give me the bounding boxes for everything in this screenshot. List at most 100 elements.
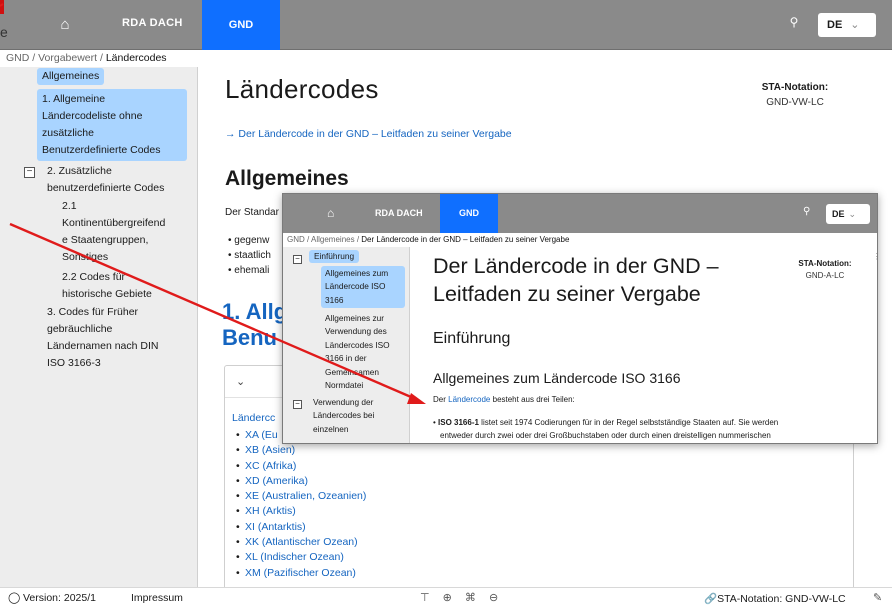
section-heading-line: Benu <box>222 325 277 350</box>
breadcrumb: GND / Vorgabewert / Ländercodes <box>0 51 210 67</box>
footer-tool-icons[interactable]: ⊤ ⊕ ⌘ ⊖ <box>420 591 503 604</box>
footer-impressum-link[interactable]: Impressum <box>131 592 183 604</box>
sidebar-item-label: Gemeinsamen <box>325 366 379 377</box>
sidebar-item-label: Einführung <box>314 251 355 261</box>
home-icon[interactable]: ⌂ <box>327 206 334 220</box>
overlay-window: ⌂ RDA DACH GND ⚲ DE ⌄ GND / Allgemeines /… <box>282 193 878 444</box>
list-item-text: entweder durch zwei oder drei Großbuchst… <box>440 431 771 440</box>
overlay-breadcrumb: GND / Allgemeines / Der Ländercode in de… <box>287 235 569 244</box>
overlay-sidebar-item-einfuehrung[interactable]: Einführung <box>309 250 360 264</box>
footer-sta-notation-link[interactable]: 🔗STA-Notation: GND-VW-LC <box>704 592 846 605</box>
sidebar-item-label: benutzerdefinierte Codes <box>47 182 165 194</box>
sidebar-item-label: Allgemeines zur <box>325 313 385 323</box>
code-link[interactable]: XB (Asien) <box>236 443 366 459</box>
bullet-item: • ehemali <box>228 265 270 276</box>
sidebar-item-label: Kontinentübergreifend <box>62 217 166 229</box>
sidebar-item-kontinentuebergreifend[interactable]: 2.1 Kontinentübergreifend e Staatengrupp… <box>62 198 165 266</box>
collapse-toggle-icon[interactable]: − <box>24 167 35 178</box>
page-title-line: Der Ländercode in der GND – <box>433 254 719 278</box>
search-icon[interactable]: ⚲ <box>784 15 804 35</box>
chevron-down-icon[interactable]: ⌄ <box>236 375 245 388</box>
overlay-sidebar-item-allgemeines-iso[interactable]: Allgemeines zum Ländercode ISO 3166 <box>321 266 405 309</box>
sidebar-item-historische-gebiete[interactable]: 2.2 Codes für historische Gebiete <box>62 269 152 303</box>
breadcrumb-gnd[interactable]: GND <box>287 235 305 244</box>
sidebar-item-label: Allgemeines zum <box>325 268 389 278</box>
laendercode-link[interactable]: Ländercode <box>448 395 490 404</box>
sidebar-item-label: e Staatengruppen, <box>62 234 149 246</box>
sidebar-item-allgemeine-laendercodeliste[interactable]: 1. Allgemeine Ländercodeliste ohne zusät… <box>37 89 187 161</box>
sidebar-item-label: 3. Codes für Früher <box>47 306 139 318</box>
leitfaden-link[interactable]: → Der Ländercode in der GND – Leitfaden … <box>225 128 512 140</box>
edit-icon[interactable]: ✎ <box>873 591 882 604</box>
standard-text: Der Standar <box>225 207 279 218</box>
collapse-toggle-icon[interactable]: − <box>293 400 302 409</box>
sta-notation: STA-Notation: GND-VW-LC <box>740 80 850 110</box>
github-icon[interactable]: ◯ <box>8 591 20 604</box>
language-select[interactable]: DE ⌄ <box>818 13 876 37</box>
page-title: Ländercodes <box>225 74 379 104</box>
sidebar-item-label: ISO 3166-3 <box>47 357 101 369</box>
footer-version: Version: 2025/1 <box>23 592 96 604</box>
sidebar-item-label: einzelnen <box>313 423 349 434</box>
code-link[interactable]: XM (Pazifischer Ozean) <box>236 566 366 582</box>
page-title-line: Leitfaden zu seiner Vergabe <box>433 282 701 306</box>
language-value: DE <box>832 209 845 219</box>
sidebar-item-label: Ländercodes bei <box>313 410 375 421</box>
sidebar-item-label: 3166 <box>325 294 344 305</box>
bullet-item: • staatlich <box>228 250 271 261</box>
breadcrumb-current: Der Ländercode in der GND – Leitfaden zu… <box>361 235 570 244</box>
sidebar: Allgemeines 1. Allgemeine Ländercodelist… <box>0 67 198 587</box>
sidebar-item-label: Normdatei <box>325 380 364 391</box>
collapse-toggle-icon[interactable]: − <box>293 255 302 264</box>
sidebar-item-label: Ländercodes ISO <box>325 339 390 350</box>
overlay-language-select[interactable]: DE ⌄ <box>826 204 870 224</box>
overlay-sidebar-item-allgemeines-verwendung[interactable]: Allgemeines zur Verwendung des Ländercod… <box>325 312 390 392</box>
code-link[interactable]: XK (Atlantischer Ozean) <box>236 535 366 551</box>
code-link[interactable]: XE (Australien, Ozeanien) <box>236 489 366 505</box>
bullet-text: staatlich <box>234 250 271 261</box>
overlay-sidebar-item-verwendung-laendercodes[interactable]: Verwendung der Ländercodes bei einzelnen <box>313 396 374 436</box>
paragraph-text: Der <box>433 395 449 404</box>
code-link[interactable]: XH (Arktis) <box>236 504 366 520</box>
sidebar-item-label: Benutzerdefinierte Codes <box>42 144 161 156</box>
overlay-sidebar: − Einführung Allgemeines zum Ländercode … <box>283 247 410 443</box>
codes-heading-link[interactable]: Ländercc <box>232 412 275 424</box>
chevron-down-icon: ⌄ <box>848 209 857 219</box>
breadcrumb-gnd[interactable]: GND <box>6 52 29 64</box>
paragraph-text: besteht aus drei Teilen: <box>490 395 575 404</box>
sidebar-item-zusaetzliche-codes[interactable]: 2. Zusätzliche benutzerdefinierte Codes <box>47 163 164 197</box>
sidebar-item-label: Ländercodeliste ohne <box>42 110 143 122</box>
overlay-heading-allgemeines-iso: Allgemeines zum Ländercode ISO 3166 <box>433 370 681 386</box>
overlay-nav-tab-gnd[interactable]: GND <box>440 194 498 233</box>
search-icon[interactable]: ⚲ <box>803 206 810 217</box>
edge-glyph: e <box>0 24 8 40</box>
breadcrumb-allgemeines[interactable]: Allgemeines <box>311 235 355 244</box>
scroll-indicator-icon[interactable]: ⋮ <box>873 252 877 261</box>
overlay-sta-notation: STA-Notation: GND-A-LC <box>785 258 865 282</box>
sidebar-item-allgemeines[interactable]: Allgemeines <box>37 68 105 85</box>
code-link[interactable]: XL (Indischer Ozean) <box>236 550 366 566</box>
code-link[interactable]: XC (Afrika) <box>236 459 366 475</box>
sidebar-item-label: 2.1 <box>62 200 77 212</box>
sidebar-item-label: historische Gebiete <box>62 288 152 300</box>
sidebar-item-label: 1. Allgemeine <box>42 93 106 105</box>
list-item-bold: ISO 3166-1 <box>438 418 479 427</box>
bullet-text: gegenw <box>234 235 270 246</box>
nav-rda-dach[interactable]: RDA DACH <box>122 17 183 29</box>
section-heading-line: 1. Allg <box>222 299 288 324</box>
home-icon[interactable]: ⌂ <box>54 14 76 36</box>
bullet-item: • gegenw <box>228 235 270 246</box>
sidebar-item-label: gebräuchliche <box>47 323 113 335</box>
sidebar-item-label: Verwendung des <box>325 326 387 337</box>
code-link[interactable]: XI (Antarktis) <box>236 520 366 536</box>
sidebar-item-label: 2. Zusätzliche <box>47 165 112 177</box>
nav-tab-gnd[interactable]: GND <box>202 0 280 50</box>
breadcrumb-vorgabewert[interactable]: Vorgabewert <box>38 52 97 64</box>
overlay-nav-rda-dach[interactable]: RDA DACH <box>375 208 423 218</box>
code-link[interactable]: XD (Amerika) <box>236 474 366 490</box>
sidebar-item-label: Verwendung der <box>313 397 374 407</box>
breadcrumb-separator: / <box>97 52 106 64</box>
sidebar-item-frueher-gebraeuchliche[interactable]: 3. Codes für Früher gebräuchliche Länder… <box>47 304 159 372</box>
language-value: DE <box>827 19 843 31</box>
sidebar-item-label: 2.2 Codes für <box>62 271 126 283</box>
